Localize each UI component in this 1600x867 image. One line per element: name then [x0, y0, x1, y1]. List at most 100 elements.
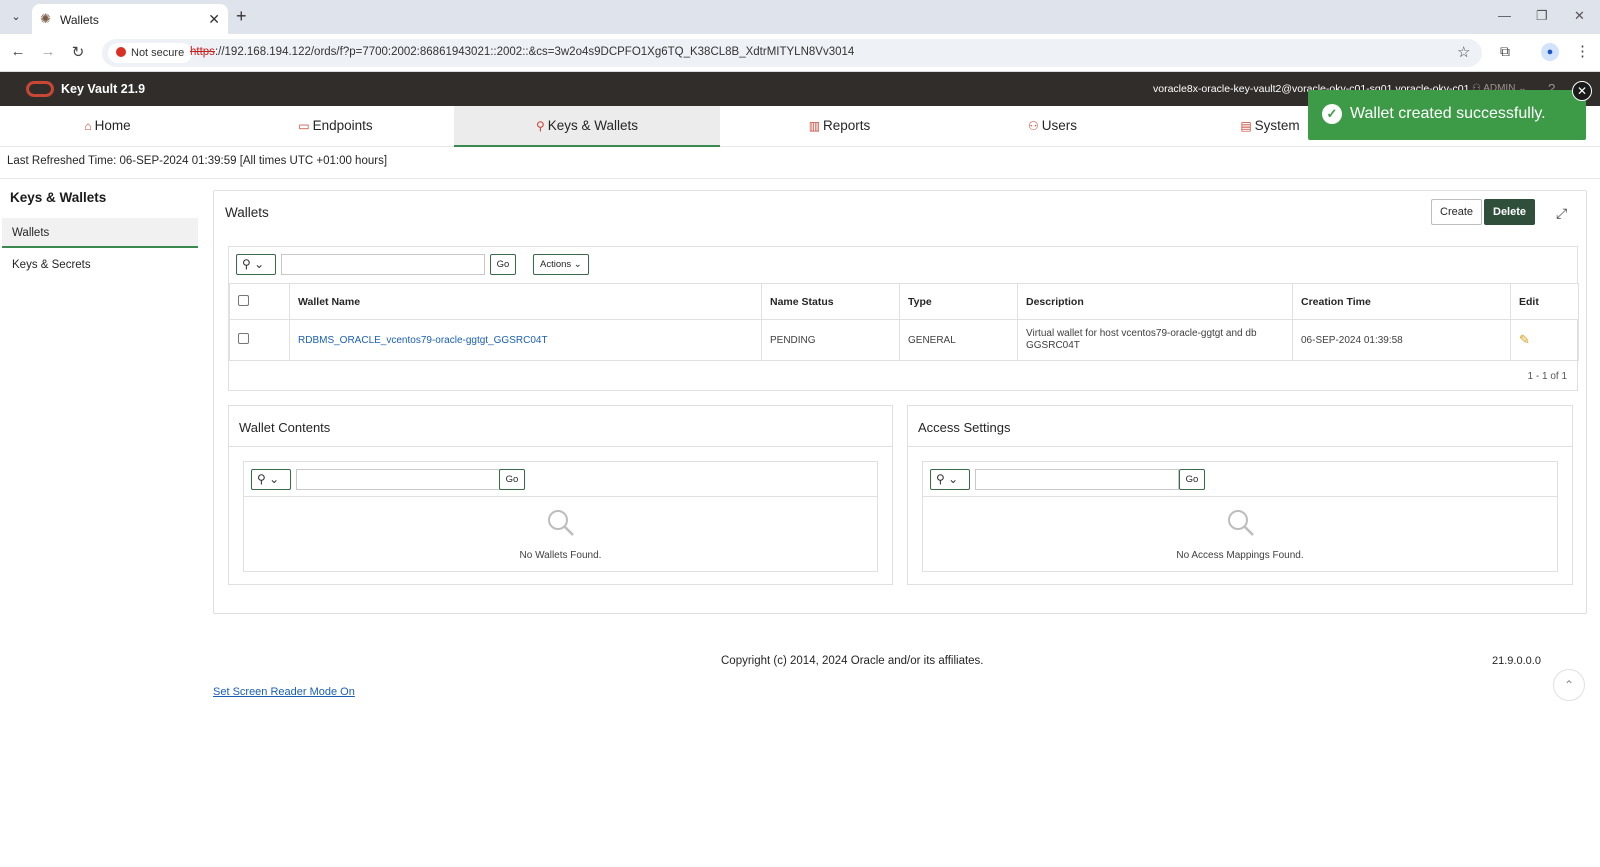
warning-icon — [116, 47, 126, 57]
region-title: Wallet Contents — [239, 420, 331, 435]
oracle-favicon-icon: ✺ — [40, 11, 51, 26]
row-select-cell — [229, 319, 290, 361]
table-row[interactable]: RDBMS_ORACLE_vcentos79-oracle-ggtgt_GGSR… — [229, 319, 1579, 361]
divider — [923, 496, 1557, 497]
back-icon[interactable]: ← — [8, 43, 28, 60]
divider — [0, 178, 1600, 179]
select-all-checkbox[interactable] — [238, 294, 249, 306]
nav-tab-home[interactable]: ⌂ Home — [0, 106, 215, 147]
edit-pencil-icon[interactable]: ✎ — [1519, 332, 1530, 347]
nav-tab-keys-wallets[interactable]: ⚲ Keys & Wallets — [454, 106, 720, 147]
create-button[interactable]: Create — [1431, 199, 1483, 225]
scroll-to-top-icon[interactable]: ⌃ — [1553, 669, 1585, 701]
wallets-region: Wallets Create Delete ⤢ ⚲ ⌄ Go Actions ⌄… — [213, 190, 1587, 614]
edit-cell: ✎ — [1510, 319, 1579, 361]
address-bar[interactable]: Not secure https://192.168.194.122/ords/… — [102, 39, 1482, 67]
go-button[interactable]: Go — [499, 469, 525, 490]
sidebar-item-keys-secrets[interactable]: Keys & Secrets — [2, 250, 198, 280]
type-cell: GENERAL — [899, 319, 1018, 361]
maximize-icon[interactable]: ⤢ — [1556, 205, 1567, 222]
wallets-table: Wallet Name Name Status Type Description… — [229, 283, 1579, 361]
toast-message: Wallet created successfully. — [1350, 105, 1546, 122]
wallets-search-input[interactable] — [281, 254, 485, 275]
oracle-logo-icon — [26, 81, 54, 97]
empty-search-icon — [548, 510, 574, 536]
monitor-icon: ▭ — [298, 119, 310, 133]
nav-tab-users[interactable]: ⚇ Users — [935, 106, 1170, 147]
column-header-creation-time[interactable]: Creation Time — [1292, 283, 1511, 320]
description-cell: Virtual wallet for host vcentos79-oracle… — [1017, 319, 1293, 361]
last-refreshed-time: Last Refreshed Time: 06-SEP-2024 01:39:5… — [7, 155, 388, 167]
users-icon: ⚇ — [1027, 119, 1039, 133]
app-title[interactable]: Key Vault 21.9 — [61, 82, 145, 96]
not-secure-badge[interactable]: Not secure — [108, 43, 193, 63]
nav-tab-reports[interactable]: ▥ Reports — [722, 106, 957, 147]
wallet-contents-region: Wallet Contents ⚲ ⌄ Go No Wallets Found. — [228, 405, 893, 585]
sidebar-heading: Keys & Wallets — [10, 190, 107, 205]
delete-button[interactable]: Delete — [1484, 199, 1536, 225]
new-tab-icon[interactable]: + — [236, 6, 247, 27]
access-settings-search-input[interactable] — [975, 469, 1179, 490]
sidebar-item-wallets[interactable]: Wallets — [2, 218, 198, 248]
empty-search-icon — [1228, 510, 1254, 536]
key-icon: ⚲ — [535, 119, 545, 133]
nav-tab-endpoints[interactable]: ▭ Endpoints — [218, 106, 453, 147]
wallet-contents-search-input[interactable] — [296, 469, 500, 490]
browser-tab[interactable]: ✺ Wallets ✕ — [32, 4, 228, 34]
search-column-selector[interactable]: ⚲ ⌄ — [251, 469, 291, 490]
search-icon: ⚲ — [242, 257, 251, 271]
column-header-description[interactable]: Description — [1017, 283, 1293, 320]
restore-icon[interactable]: ❐ — [1536, 8, 1548, 24]
wallet-name-cell: RDBMS_ORACLE_vcentos79-oracle-ggtgt_GGSR… — [289, 319, 762, 361]
search-column-selector[interactable]: ⚲ ⌄ — [930, 469, 970, 490]
select-all-header — [229, 283, 290, 320]
tab-close-icon[interactable]: ✕ — [208, 11, 220, 28]
copyright-text: Copyright (c) 2014, 2024 Oracle and/or i… — [721, 655, 984, 667]
chart-icon: ▥ — [808, 119, 821, 133]
wallet-contents-grid: ⚲ ⌄ Go No Wallets Found. — [243, 461, 878, 572]
search-icon: ⚲ — [936, 472, 945, 486]
search-column-selector[interactable]: ⚲ ⌄ — [236, 254, 276, 275]
home-icon: ⌂ — [84, 119, 92, 133]
toast-close-icon[interactable]: ✕ — [1572, 81, 1592, 101]
row-checkbox[interactable] — [238, 333, 249, 344]
search-icon: ⚲ — [257, 472, 266, 486]
divider — [244, 496, 877, 497]
window-close-icon[interactable]: ✕ — [1574, 8, 1585, 24]
browser-tab-strip: ⌄ ✺ Wallets ✕ + — ❐ ✕ — [0, 0, 1600, 34]
access-settings-grid: ⚲ ⌄ Go No Access Mappings Found. — [922, 461, 1558, 572]
region-title: Access Settings — [918, 420, 1011, 435]
go-button[interactable]: Go — [1179, 469, 1205, 490]
check-icon: ✓ — [1322, 104, 1342, 124]
empty-message: No Wallets Found. — [519, 550, 602, 561]
profile-avatar-icon[interactable]: ● — [1541, 43, 1559, 61]
go-button[interactable]: Go — [490, 254, 516, 275]
bookmark-star-icon[interactable]: ☆ — [1457, 43, 1470, 61]
url-text[interactable]: https://192.168.194.122/ords/f?p=7700:20… — [190, 46, 854, 58]
column-header-name-status[interactable]: Name Status — [761, 283, 900, 320]
browser-menu-icon[interactable]: ⋮ — [1575, 42, 1590, 60]
success-toast: ✓ Wallet created successfully. — [1308, 90, 1586, 140]
system-icon: ▤ — [1240, 119, 1252, 133]
creation-time-cell: 06-SEP-2024 01:39:58 — [1292, 319, 1511, 361]
reload-icon[interactable]: ↻ — [68, 43, 88, 61]
extensions-icon[interactable]: ⧉ — [1500, 43, 1510, 60]
tab-title: Wallets — [60, 13, 99, 27]
column-header-wallet-name[interactable]: Wallet Name — [289, 283, 762, 320]
column-header-edit: Edit — [1510, 283, 1579, 320]
column-header-type[interactable]: Type — [899, 283, 1018, 320]
version-text: 21.9.0.0.0 — [1492, 655, 1541, 667]
browser-toolbar: ← → ↻ Not secure https://192.168.194.122… — [0, 34, 1600, 72]
divider — [908, 446, 1572, 447]
access-settings-region: Access Settings ⚲ ⌄ Go No Access Mapping… — [907, 405, 1573, 585]
screen-reader-mode-link[interactable]: Set Screen Reader Mode On — [213, 686, 355, 698]
minimize-icon[interactable]: — — [1498, 8, 1511, 23]
region-title: Wallets — [225, 205, 269, 220]
pagination-info: 1 - 1 of 1 — [1527, 371, 1567, 382]
actions-menu-button[interactable]: Actions ⌄ — [533, 254, 589, 275]
wallets-grid: ⚲ ⌄ Go Actions ⌄ Wallet Name Name Status… — [228, 246, 1579, 391]
forward-icon[interactable]: → — [38, 43, 58, 60]
empty-message: No Access Mappings Found. — [1176, 550, 1304, 561]
wallet-name-link[interactable]: RDBMS_ORACLE_vcentos79-oracle-ggtgt_GGSR… — [298, 335, 548, 346]
tab-search-icon[interactable]: ⌄ — [6, 7, 26, 27]
